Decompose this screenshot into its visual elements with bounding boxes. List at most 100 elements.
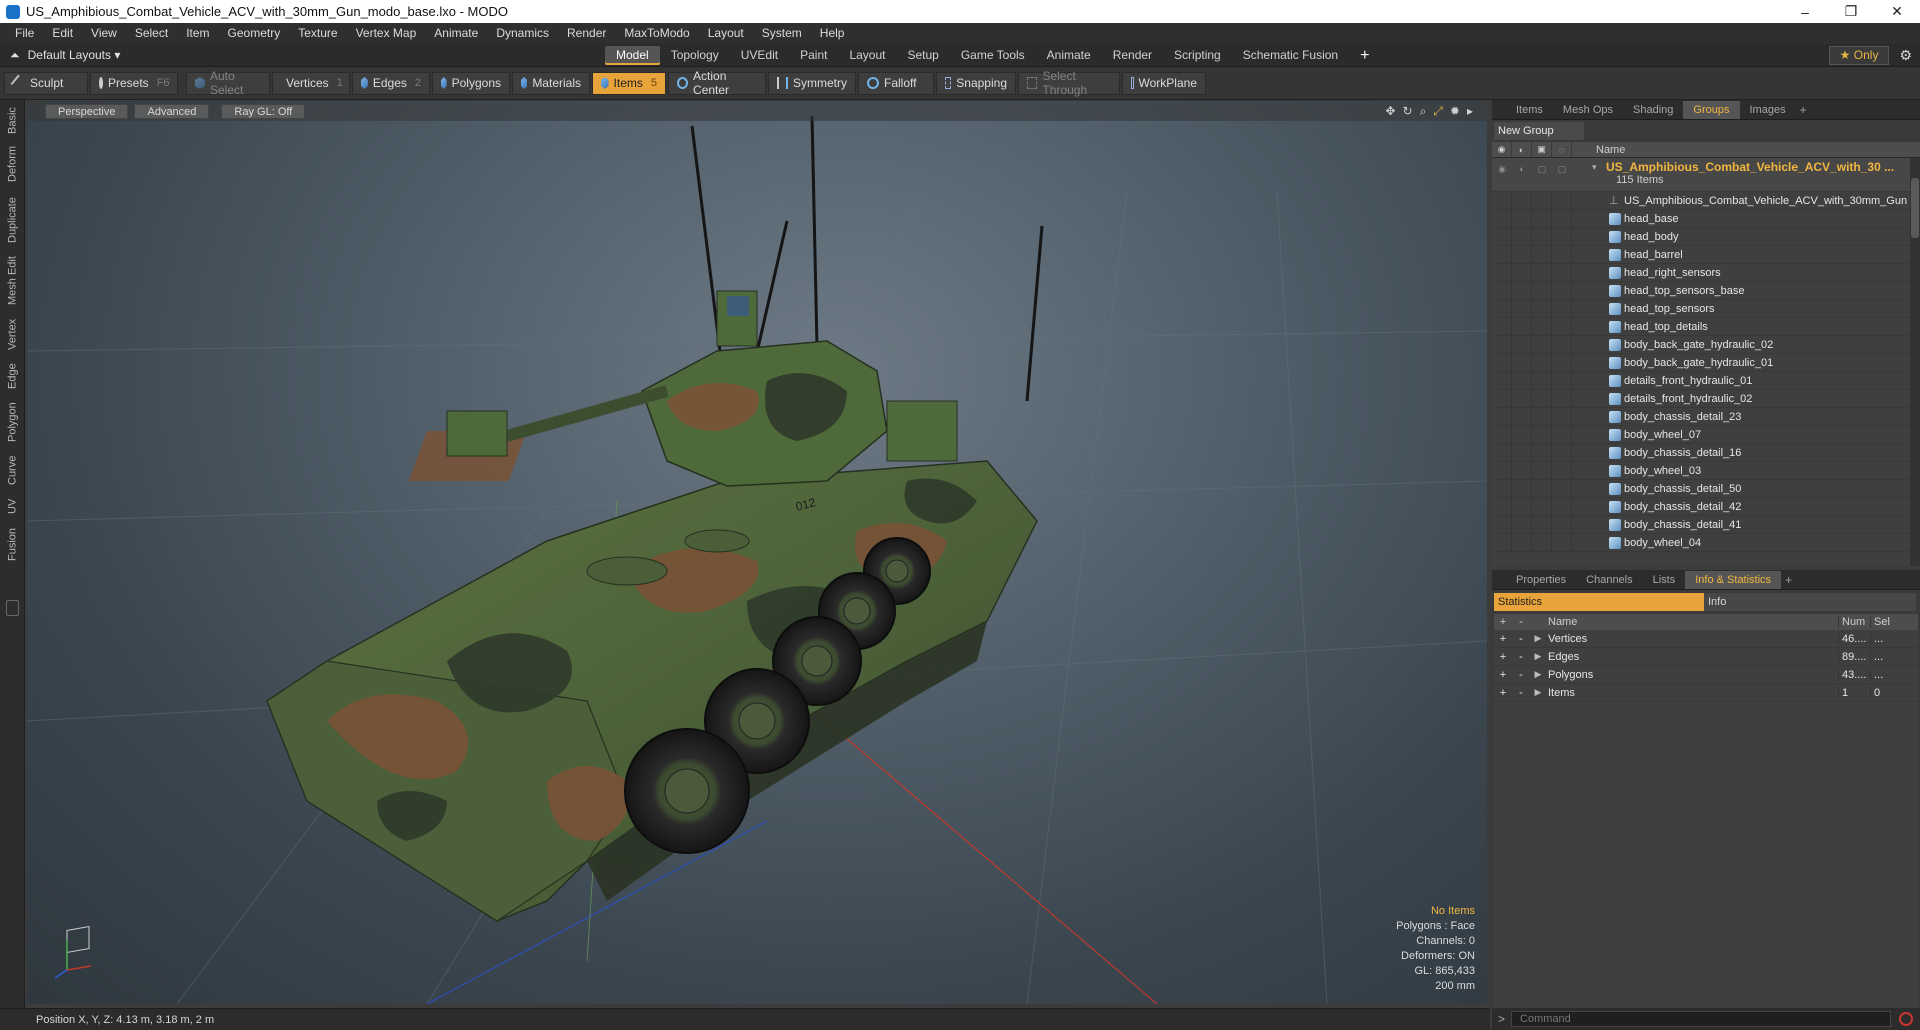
list-item[interactable]: body_chassis_detail_50 (1492, 480, 1920, 498)
tab-duplicate[interactable]: Duplicate (0, 192, 25, 248)
list-item[interactable]: head_top_sensors_base (1492, 282, 1920, 300)
close-button[interactable]: ✕ (1874, 0, 1920, 23)
tab-images[interactable]: Images (1740, 101, 1796, 119)
tab-polygon[interactable]: Polygon (0, 398, 25, 446)
remove-selection-icon[interactable]: - (1512, 633, 1530, 645)
menu-maxtomodo[interactable]: MaxToModo (615, 23, 698, 44)
list-item[interactable]: head_body (1492, 228, 1920, 246)
tab-deform[interactable]: Deform (0, 142, 25, 186)
remove-selection-icon[interactable]: - (1512, 651, 1530, 663)
materials-button[interactable]: Materials (512, 71, 590, 95)
view-settings-icon[interactable]: ✹ (1450, 104, 1460, 119)
tab-vertex[interactable]: Vertex (0, 314, 25, 354)
only-button[interactable]: ★ Only (1828, 46, 1890, 65)
menu-render[interactable]: Render (558, 23, 615, 44)
eye-icon[interactable]: ◉ (1492, 158, 1512, 191)
expand-arrow-icon[interactable]: ▶ (1530, 651, 1546, 662)
symmetry-button[interactable]: Symmetry (768, 71, 856, 95)
list-item[interactable]: body_chassis_detail_23 (1492, 408, 1920, 426)
add-selection-icon[interactable]: + (1494, 633, 1512, 645)
menu-file[interactable]: File (6, 23, 43, 44)
group-expand-icon[interactable]: ▾ (1592, 158, 1606, 173)
list-item[interactable]: head_barrel (1492, 246, 1920, 264)
menu-edit[interactable]: Edit (43, 23, 82, 44)
list-item[interactable]: head_base (1492, 210, 1920, 228)
groups-scrollbar-thumb[interactable] (1911, 178, 1919, 238)
expand-arrow-icon[interactable]: ▶ (1530, 633, 1546, 644)
move-view-icon[interactable]: ✥ (1385, 104, 1395, 119)
tab-mesh-edit[interactable]: Mesh Edit (0, 254, 25, 308)
perspective-button[interactable]: Perspective (45, 103, 129, 119)
list-item[interactable]: head_top_sensors (1492, 300, 1920, 318)
tab-topology[interactable]: Topology (660, 46, 730, 65)
tab-groups[interactable]: Groups (1683, 100, 1740, 119)
falloff-button[interactable]: Falloff (858, 71, 934, 95)
menu-texture[interactable]: Texture (289, 23, 346, 44)
sculpt-button[interactable]: Sculpt (4, 71, 88, 95)
menu-item[interactable]: Item (177, 23, 218, 44)
tab-game-tools[interactable]: Game Tools (950, 46, 1036, 65)
render-icon[interactable]: ◐ (1512, 158, 1532, 191)
tab-uvedit[interactable]: UVEdit (730, 46, 789, 65)
menu-animate[interactable]: Animate (425, 23, 487, 44)
tab-fusion[interactable]: Fusion (0, 524, 25, 564)
layout-selector[interactable]: ⏶ Default Layouts ▾ (10, 48, 120, 63)
tab-model[interactable]: Model (605, 46, 660, 65)
add-selection-icon[interactable]: + (1494, 669, 1512, 681)
lock-column-icon[interactable]: ▣ (1532, 142, 1552, 157)
rotate-view-icon[interactable]: ↻ (1403, 104, 1413, 119)
tab-basic[interactable]: Basic (0, 104, 25, 138)
tab-properties[interactable]: Properties (1506, 571, 1576, 589)
record-macro-icon[interactable] (1899, 1012, 1914, 1026)
tab-scripting[interactable]: Scripting (1163, 46, 1232, 65)
groups-scrollbar[interactable] (1910, 158, 1920, 566)
maximize-button[interactable]: ❐ (1828, 0, 1874, 23)
add-layout-tab-button[interactable]: + (1349, 46, 1380, 65)
advanced-button[interactable]: Advanced (134, 103, 210, 119)
lock-icon[interactable]: ▢ (1532, 158, 1552, 191)
render-column-icon[interactable]: ◐ (1512, 142, 1532, 157)
menu-system[interactable]: System (753, 23, 811, 44)
gear-icon[interactable]: ⚙ (1899, 47, 1912, 64)
layout-name[interactable]: Default Layouts ▾ (28, 48, 121, 62)
menu-vertex-map[interactable]: Vertex Map (347, 23, 426, 44)
list-item[interactable]: ⊥ US_Amphibious_Combat_Vehicle_ACV_with_3… (1492, 192, 1920, 210)
fit-view-icon[interactable]: ⤢ (1433, 104, 1443, 119)
group-row[interactable]: ◉ ◐ ▢ ▢ ▾ US_Amphibious_Combat_Vehicle_A… (1492, 158, 1920, 192)
tab-channels[interactable]: Channels (1576, 571, 1642, 589)
expand-arrow-icon[interactable]: ▶ (1530, 669, 1546, 680)
collapse-all-icon[interactable]: - (1512, 616, 1530, 628)
table-row[interactable]: + - ▶ Vertices 46.... ... (1494, 630, 1918, 648)
menu-view[interactable]: View (82, 23, 126, 44)
3d-viewport[interactable]: 012 Perspective Advanced Ray GL: Off ✥ ↻… (27, 101, 1487, 1004)
list-item[interactable]: body_back_gate_hydraulic_02 (1492, 336, 1920, 354)
edges-button[interactable]: Edges 2 (352, 71, 430, 95)
list-item[interactable]: details_front_hydraulic_02 (1492, 390, 1920, 408)
list-item[interactable]: body_chassis_detail_16 (1492, 444, 1920, 462)
name-column-header[interactable]: Name (1546, 616, 1838, 628)
num-column-header[interactable]: Num (1838, 616, 1870, 628)
auto-select-button[interactable]: Auto Select (186, 69, 270, 97)
workplane-button[interactable]: WorkPlane (1122, 71, 1206, 95)
presets-button[interactable]: Presets F6 (90, 71, 178, 95)
raygl-button[interactable]: Ray GL: Off (221, 103, 306, 119)
tab-animate[interactable]: Animate (1036, 46, 1102, 65)
tab-layout[interactable]: Layout (838, 46, 896, 65)
menu-select[interactable]: Select (126, 23, 177, 44)
add-tab-button[interactable]: + (1800, 103, 1807, 117)
select-through-button[interactable]: Select Through (1018, 69, 1120, 97)
tab-paint[interactable]: Paint (789, 46, 838, 65)
collapse-icon[interactable]: ⏶ (10, 48, 20, 63)
vertices-button[interactable]: Vertices 1 (272, 71, 350, 95)
polygons-button[interactable]: Polygons (432, 71, 510, 95)
tab-edge[interactable]: Edge (0, 360, 25, 392)
add-selection-icon[interactable]: + (1494, 687, 1512, 699)
action-center-button[interactable]: Action Center (668, 69, 766, 97)
list-item[interactable]: body_chassis_detail_41 (1492, 516, 1920, 534)
expand-all-icon[interactable]: + (1494, 616, 1512, 628)
list-item[interactable]: body_back_gate_hydraulic_01 (1492, 354, 1920, 372)
expand-arrow-icon[interactable]: ▶ (1530, 687, 1546, 698)
list-item[interactable]: body_wheel_04 (1492, 534, 1920, 552)
list-item[interactable]: details_front_hydraulic_01 (1492, 372, 1920, 390)
menu-layout[interactable]: Layout (699, 23, 753, 44)
